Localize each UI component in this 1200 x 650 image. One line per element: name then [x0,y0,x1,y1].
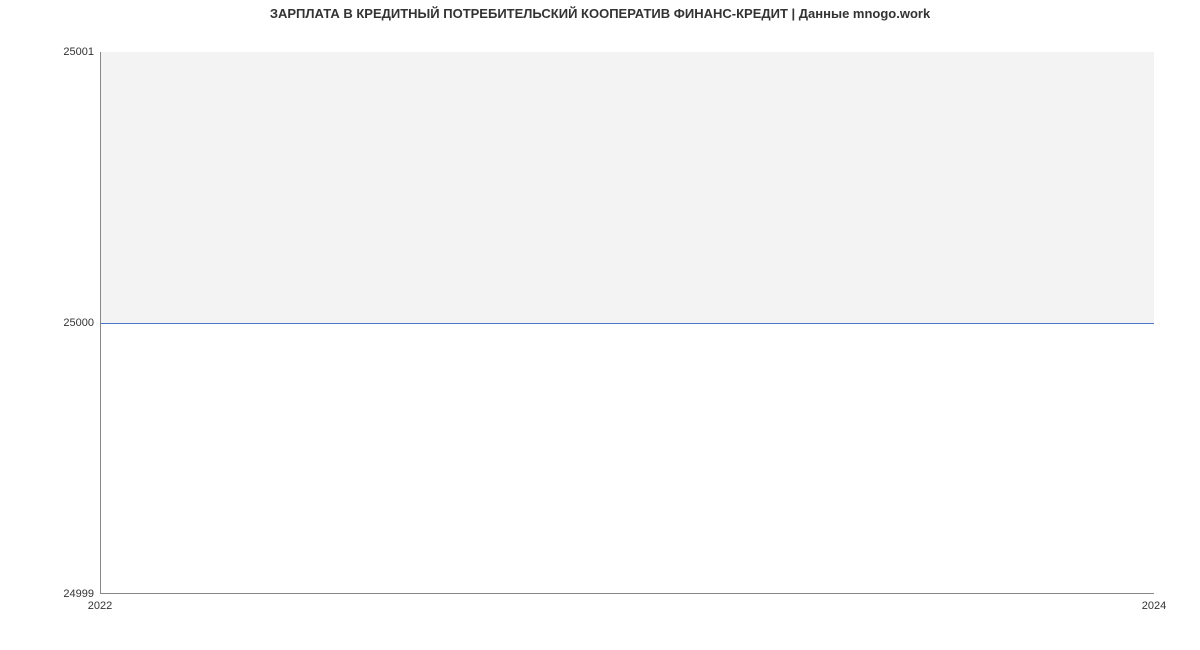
y-tick-label: 25000 [4,317,94,329]
x-tick-label: 2022 [88,600,112,612]
series-line [101,323,1154,324]
salary-chart: ЗАРПЛАТА В КРЕДИТНЫЙ ПОТРЕБИТЕЛЬСКИЙ КОО… [0,0,1200,650]
grid-band [101,52,1154,323]
y-tick-label: 24999 [4,588,94,600]
y-tick-label: 25001 [4,46,94,58]
plot-area [100,52,1154,594]
chart-title: ЗАРПЛАТА В КРЕДИТНЫЙ ПОТРЕБИТЕЛЬСКИЙ КОО… [0,6,1200,21]
x-tick-label: 2024 [1142,600,1166,612]
